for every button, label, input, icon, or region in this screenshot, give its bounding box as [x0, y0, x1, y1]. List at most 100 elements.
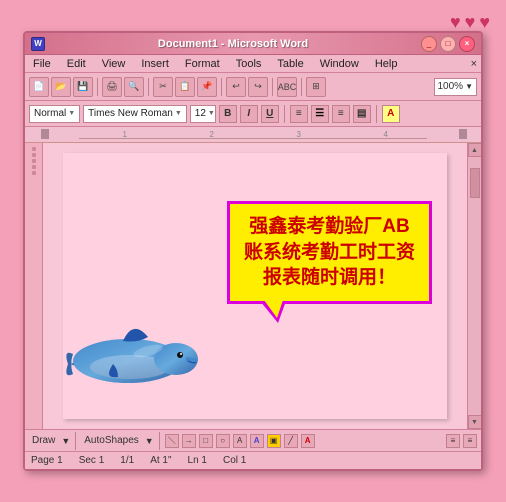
speech-bubble-wrapper: 强鑫泰考勤验厂AB账系统考勤工时工资报表随时调用！	[227, 201, 432, 304]
btn-redo[interactable]: ↪	[248, 77, 268, 97]
draw-more1[interactable]: ≡	[446, 434, 460, 448]
draw-arrow-tool[interactable]: →	[182, 434, 196, 448]
btn-copy[interactable]: 📋	[175, 77, 195, 97]
sep-format2	[376, 105, 377, 123]
draw-line-tool[interactable]: ＼	[165, 434, 179, 448]
heart-3: ♥	[479, 12, 490, 33]
menu-tools[interactable]: Tools	[232, 57, 266, 71]
btn-undo[interactable]: ↩	[226, 77, 246, 97]
scroll-down[interactable]: ▼	[468, 415, 482, 429]
draw-line-color-tool[interactable]: ╱	[284, 434, 298, 448]
maximize-button[interactable]: □	[440, 36, 456, 52]
window-controls: _ □ ×	[421, 36, 475, 52]
close-button[interactable]: ×	[459, 36, 475, 52]
btn-preview[interactable]: 🔍	[124, 77, 144, 97]
status-at: At 1"	[150, 455, 171, 466]
btn-spell[interactable]: ABC	[277, 77, 297, 97]
align-right[interactable]: ≡	[332, 105, 350, 123]
menu-help[interactable]: Help	[371, 57, 402, 71]
btn-paste[interactable]: 📌	[197, 77, 217, 97]
style-dropdown[interactable]: Normal ▼	[29, 105, 80, 123]
ruler-right-marker	[459, 129, 467, 139]
align-left[interactable]: ≡	[290, 105, 308, 123]
btn-cut[interactable]: ✂	[153, 77, 173, 97]
menu-file[interactable]: File	[29, 57, 55, 71]
underline-button[interactable]: U	[261, 105, 279, 123]
draw-font-color-tool[interactable]: A	[301, 434, 315, 448]
size-value: 12	[195, 108, 206, 119]
margin-dot-1	[32, 147, 36, 151]
app-icon: W	[31, 37, 45, 51]
ruler: 1 2 3 4	[25, 127, 481, 143]
btn-save[interactable]: 💾	[73, 77, 93, 97]
menu-format[interactable]: Format	[181, 57, 224, 71]
status-ln: Ln 1	[188, 455, 207, 466]
style-arrow: ▼	[68, 110, 75, 117]
draw-circle-tool[interactable]: ○	[216, 434, 230, 448]
speech-tail-inner	[264, 300, 283, 318]
bold-button[interactable]: B	[219, 105, 237, 123]
btn-new[interactable]: 📄	[29, 77, 49, 97]
menu-bar: File Edit View Insert Format Tools Table…	[25, 55, 481, 73]
sep1	[97, 78, 98, 96]
sep4	[272, 78, 273, 96]
page-area: 强鑫泰考勤验厂AB账系统考勤工时工资报表随时调用！	[43, 143, 467, 429]
margin-dot-4	[32, 165, 36, 169]
document-page[interactable]: 强鑫泰考勤验厂AB账系统考勤工时工资报表随时调用！	[63, 153, 447, 419]
bubble-text: 强鑫泰考勤验厂AB账系统考勤工时工资报表随时调用！	[244, 216, 415, 288]
style-value: Normal	[34, 108, 66, 119]
margin-dot-5	[32, 171, 36, 175]
size-dropdown[interactable]: 12 ▼	[190, 105, 216, 123]
draw-wordart-tool[interactable]: A	[250, 434, 264, 448]
heart-2: ♥	[465, 12, 476, 33]
ruler-numbers: 1 2 3 4	[55, 131, 451, 139]
doc-area: 强鑫泰考勤验厂AB账系统考勤工时工资报表随时调用！	[25, 143, 481, 429]
scroll-thumb[interactable]	[470, 168, 480, 198]
scrollbar-vertical[interactable]: ▲ ▼	[467, 143, 481, 429]
italic-button[interactable]: I	[240, 105, 258, 123]
status-position: 1/1	[120, 455, 134, 466]
draw-more2[interactable]: ≡	[463, 434, 477, 448]
status-sec: Sec 1	[79, 455, 105, 466]
minimize-button[interactable]: _	[421, 36, 437, 52]
zoom-selector[interactable]: 100% ▼	[434, 78, 478, 96]
font-arrow: ▼	[175, 110, 182, 117]
dolphin-illustration	[58, 309, 198, 404]
btn-table[interactable]: ⊞	[306, 77, 326, 97]
menu-close-btn[interactable]: ×	[471, 58, 477, 70]
draw-textbox-tool[interactable]: A	[233, 434, 247, 448]
align-center[interactable]: ☰	[311, 105, 329, 123]
draw-sep1	[75, 432, 76, 450]
draw-label[interactable]: Draw	[29, 434, 58, 447]
highlight-btn[interactable]: A	[382, 105, 400, 123]
word-window: W Document1 - Microsoft Word _ □ × File …	[23, 31, 483, 471]
sep-format1	[284, 105, 285, 123]
menu-insert[interactable]: Insert	[137, 57, 173, 71]
menu-window[interactable]: Window	[316, 57, 363, 71]
btn-print[interactable]: 🖨	[102, 77, 122, 97]
menu-table[interactable]: Table	[273, 57, 307, 71]
autoshapes-label[interactable]: AutoShapes	[81, 434, 142, 447]
autoshapes-arrow: ▼	[145, 436, 154, 446]
draw-arrow: ▼	[61, 436, 70, 446]
margin-dot-3	[32, 159, 36, 163]
zoom-arrow: ▼	[465, 82, 473, 91]
draw-toolbar: Draw ▼ AutoShapes ▼ ＼ → □ ○ A A ▣ ╱ A ≡ …	[25, 429, 481, 451]
menu-edit[interactable]: Edit	[63, 57, 90, 71]
heart-1: ♥	[450, 12, 461, 33]
menu-view[interactable]: View	[98, 57, 130, 71]
dolphin-svg	[58, 309, 198, 399]
status-bar: Page 1 Sec 1 1/1 At 1" Ln 1 Col 1	[25, 451, 481, 469]
btn-open[interactable]: 📂	[51, 77, 71, 97]
sep3	[221, 78, 222, 96]
font-dropdown[interactable]: Times New Roman ▼	[83, 105, 187, 123]
title-bar: W Document1 - Microsoft Word _ □ ×	[25, 33, 481, 55]
ruler-left-marker	[41, 129, 49, 139]
speech-bubble: 强鑫泰考勤验厂AB账系统考勤工时工资报表随时调用！	[227, 201, 432, 304]
draw-rect-tool[interactable]: □	[199, 434, 213, 448]
sep5	[301, 78, 302, 96]
draw-fill-tool[interactable]: ▣	[267, 434, 281, 448]
scroll-up[interactable]: ▲	[468, 143, 482, 157]
align-justify[interactable]: ▤	[353, 105, 371, 123]
window-title: Document1 - Microsoft Word	[45, 38, 421, 50]
